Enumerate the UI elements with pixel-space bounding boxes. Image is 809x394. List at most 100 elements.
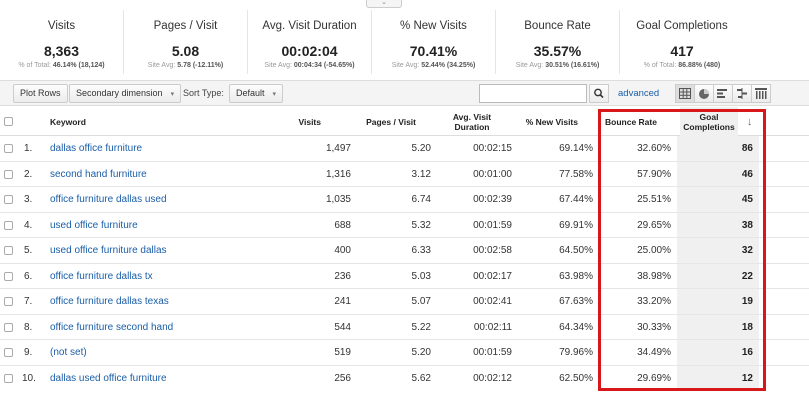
goal-completions-value: 22 xyxy=(741,270,753,282)
keyword-link[interactable]: office furniture second hand xyxy=(50,315,173,340)
bounce-rate-value: 30.33% xyxy=(637,321,671,333)
row-checkbox[interactable] xyxy=(4,195,13,204)
duration-value: 00:01:00 xyxy=(473,168,512,180)
visits-value: 1,035 xyxy=(325,194,351,205)
table-row: 6. office furniture dallas tx 236 5.03 0… xyxy=(0,264,809,289)
table-row: 2. second hand furniture 1,316 3.12 00:0… xyxy=(0,162,809,187)
goal-completions-value: 19 xyxy=(741,296,753,307)
metric-name: Visits xyxy=(47,20,76,32)
bounce-rate-value: 38.98% xyxy=(637,270,671,282)
caret-down-icon: ▾ xyxy=(272,91,277,98)
pages-visit-value: 5.03 xyxy=(411,270,431,282)
sort-desc-icon[interactable]: ↓ xyxy=(747,107,753,136)
header-new-visits[interactable]: % New Visits xyxy=(518,107,578,136)
header-avg-duration[interactable]: Avg. Visit Duration xyxy=(448,107,496,136)
secondary-dimension-dropdown[interactable]: Secondary dimension ▾ xyxy=(69,84,182,103)
sort-type-dropdown[interactable]: Default ▾ xyxy=(229,84,284,103)
bounce-rate-value: 29.65% xyxy=(637,219,671,231)
metric-value: 35.57% xyxy=(533,43,582,59)
row-checkbox[interactable] xyxy=(4,322,13,332)
advanced-filter-link[interactable]: advanced xyxy=(618,88,659,99)
search-icon xyxy=(594,88,604,99)
pivot-view-icon[interactable] xyxy=(751,84,771,103)
row-checkbox[interactable] xyxy=(4,348,13,357)
keyword-link[interactable]: office furniture dallas tx xyxy=(50,264,153,289)
duration-value: 00:01:59 xyxy=(473,347,512,358)
metric-name: % New Visits xyxy=(400,20,467,32)
sort-type-label: Sort Type: xyxy=(183,88,224,98)
duration-value: 00:02:11 xyxy=(473,321,512,333)
metric-sub: Site Avg: 5.78 (-12.11%) xyxy=(147,62,224,69)
metric-value: 417 xyxy=(670,43,694,59)
table-row: 9. (not set) 519 5.20 00:01:59 79.96% 34… xyxy=(0,340,809,366)
search-button[interactable] xyxy=(589,84,609,103)
bounce-rate-value: 25.00% xyxy=(637,245,671,256)
metric-sub: Site Avg: 30.51% (16.61%) xyxy=(515,62,600,69)
keyword-link[interactable]: dallas office furniture xyxy=(50,136,142,161)
new-visits-value: 64.34% xyxy=(559,321,593,333)
keyword-link[interactable]: used office furniture xyxy=(50,213,138,238)
duration-value: 00:02:41 xyxy=(473,296,512,307)
pages-visit-value: 3.12 xyxy=(411,168,431,180)
keyword-link[interactable]: office furniture dallas used xyxy=(50,187,167,212)
visits-value: 241 xyxy=(334,296,351,307)
new-visits-value: 77.58% xyxy=(559,168,593,180)
header-bounce-rate[interactable]: Bounce Rate xyxy=(605,107,657,136)
row-checkbox[interactable] xyxy=(4,373,13,383)
duration-value: 00:02:15 xyxy=(473,143,512,154)
metric-bounce-rate[interactable]: Bounce Rate 35.57% Site Avg: 30.51% (16.… xyxy=(496,10,620,74)
keyword-link[interactable]: (not set) xyxy=(50,340,87,365)
keyword-link[interactable]: dallas used office furniture xyxy=(50,366,167,391)
table-row: 10. dallas used office furniture 256 5.6… xyxy=(0,366,809,392)
goal-completions-value: 16 xyxy=(741,347,753,358)
row-checkbox[interactable] xyxy=(4,144,13,153)
keyword-link[interactable]: office furniture dallas texas xyxy=(50,289,169,314)
row-number: 10. xyxy=(22,372,36,384)
duration-value: 00:02:58 xyxy=(473,245,512,256)
goal-completions-value: 38 xyxy=(741,219,753,231)
pie-view-icon[interactable] xyxy=(694,84,714,103)
row-number: 5. xyxy=(24,245,33,256)
keyword-link[interactable]: second hand furniture xyxy=(50,162,147,187)
metric-avg-duration[interactable]: Avg. Visit Duration 00:02:04 Site Avg: 0… xyxy=(248,10,372,74)
select-all-checkbox[interactable] xyxy=(4,117,13,126)
collapse-tab[interactable]: ⌄ xyxy=(366,0,402,8)
metric-goal-completions[interactable]: Goal Completions 417 % of Total: 86.88% … xyxy=(620,10,744,74)
visits-value: 519 xyxy=(334,347,351,358)
header-keyword[interactable]: Keyword xyxy=(50,107,86,136)
visits-value: 256 xyxy=(334,372,351,384)
performance-view-icon[interactable] xyxy=(713,84,733,103)
new-visits-value: 67.44% xyxy=(559,194,593,205)
metric-name: Goal Completions xyxy=(636,20,728,32)
pages-visit-value: 5.20 xyxy=(411,347,431,358)
table-toolbar: Plot Rows Secondary dimension ▾ Sort Type… xyxy=(0,80,809,106)
row-checkbox[interactable] xyxy=(4,297,13,306)
sort-type-value: Default xyxy=(236,88,265,98)
metric-pages-visit[interactable]: Pages / Visit 5.08 Site Avg: 5.78 (-12.1… xyxy=(124,10,248,74)
row-checkbox[interactable] xyxy=(4,246,13,255)
visits-value: 688 xyxy=(334,219,351,231)
goal-completions-value: 86 xyxy=(741,143,753,154)
keyword-link[interactable]: used office furniture dallas xyxy=(50,238,167,263)
metric-value: 00:02:04 xyxy=(281,43,338,59)
plot-rows-button[interactable]: Plot Rows xyxy=(13,84,68,103)
metric-visits[interactable]: Visits 8,363 % of Total: 46.14% (18,124) xyxy=(0,10,124,74)
table-row: 5. used office furniture dallas 400 6.33… xyxy=(0,238,809,264)
visits-value: 400 xyxy=(334,245,351,256)
header-pages-visit[interactable]: Pages / Visit xyxy=(362,107,416,136)
summary-metrics: Visits 8,363 % of Total: 46.14% (18,124)… xyxy=(0,10,809,74)
header-goal-completions[interactable]: Goal Completions xyxy=(680,107,738,136)
bounce-rate-value: 32.60% xyxy=(637,143,671,154)
table-search-input[interactable] xyxy=(479,84,587,103)
table-row: 8. office furniture second hand 544 5.22… xyxy=(0,315,809,340)
row-number: 7. xyxy=(24,296,33,307)
row-checkbox[interactable] xyxy=(4,271,13,281)
grid-view-icon[interactable] xyxy=(675,84,695,103)
goal-completions-value: 45 xyxy=(741,194,753,205)
row-checkbox[interactable] xyxy=(4,169,13,179)
header-visits[interactable]: Visits xyxy=(290,107,321,136)
new-visits-value: 62.50% xyxy=(559,372,593,384)
row-checkbox[interactable] xyxy=(4,220,13,230)
comparison-view-icon[interactable] xyxy=(732,84,752,103)
metric-new-visits[interactable]: % New Visits 70.41% Site Avg: 52.44% (34… xyxy=(372,10,496,74)
